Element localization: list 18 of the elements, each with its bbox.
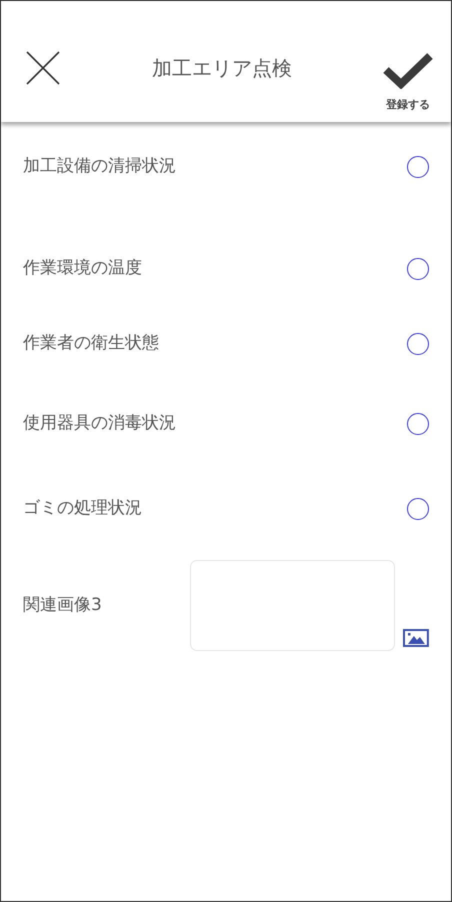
radio-button[interactable] <box>407 413 429 435</box>
item-label: 作業者の衛生状態 <box>23 332 159 356</box>
image-field[interactable] <box>190 560 396 651</box>
item-label: 作業環境の温度 <box>23 257 142 280</box>
item-label: 使用器具の消毒状況 <box>23 412 176 436</box>
item-label: 加工設備の清掃状況 <box>23 155 176 178</box>
page-title: 加工エリア点検 <box>152 54 292 82</box>
item-label: ゴミの処理状況 <box>23 497 142 520</box>
close-button[interactable] <box>25 50 61 86</box>
radio-button[interactable] <box>407 333 429 355</box>
save-button[interactable]: 登録する <box>383 53 433 114</box>
radio-button[interactable] <box>407 498 429 520</box>
radio-button[interactable] <box>407 156 429 178</box>
close-icon <box>25 50 61 86</box>
check-icon <box>383 53 433 90</box>
image-icon[interactable] <box>403 629 429 647</box>
field-label: 関連画像3 <box>23 594 103 617</box>
radio-button[interactable] <box>407 258 429 280</box>
